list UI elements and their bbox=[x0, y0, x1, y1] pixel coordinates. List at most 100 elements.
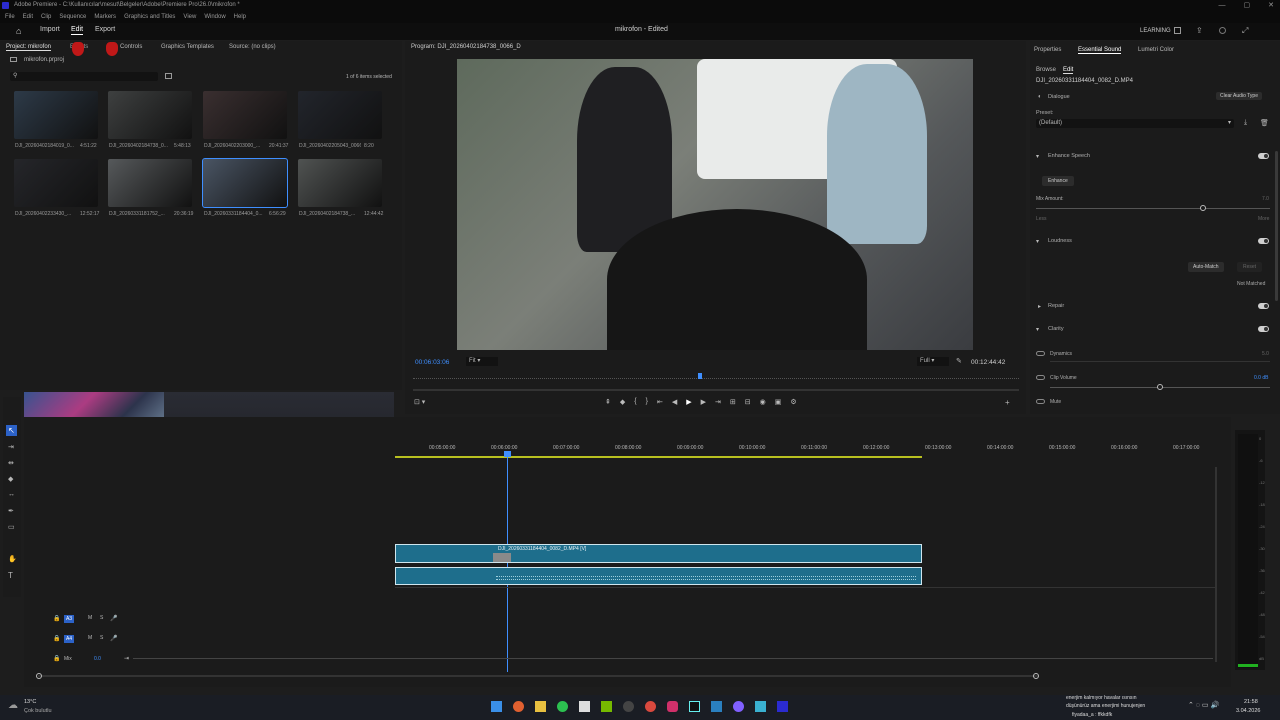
photo-app-icon[interactable] bbox=[711, 701, 722, 712]
rectangle-tool-icon[interactable]: ▭ bbox=[8, 523, 15, 531]
loudness-label[interactable]: Loudness bbox=[1048, 238, 1072, 244]
pen-tool-icon[interactable]: ✒ bbox=[8, 507, 14, 515]
playhead-handle[interactable] bbox=[504, 451, 511, 457]
weather-icon[interactable]: ☁ bbox=[8, 700, 18, 711]
workspaces-icon[interactable] bbox=[1174, 27, 1181, 34]
gallery-icon[interactable] bbox=[755, 701, 766, 712]
hand-tool-icon[interactable]: ✋ bbox=[8, 555, 17, 563]
play-icon[interactable]: ▶ bbox=[686, 398, 691, 408]
workspace-label[interactable]: LEARNING bbox=[1140, 28, 1171, 34]
step-forward-icon[interactable]: ▶ bbox=[701, 398, 706, 408]
timeline-scrollbar[interactable] bbox=[38, 675, 1038, 677]
subtab-browse[interactable]: Browse bbox=[1036, 67, 1056, 73]
menu-markers[interactable]: Markers bbox=[94, 11, 116, 23]
menu-graphics[interactable]: Graphics and Titles bbox=[124, 11, 175, 23]
fullscreen-icon[interactable]: ⤢ bbox=[1242, 26, 1248, 36]
file-explorer-icon[interactable] bbox=[535, 701, 546, 712]
minimize-button[interactable]: — bbox=[1219, 0, 1226, 11]
program-playhead[interactable] bbox=[697, 373, 702, 379]
system-tray-icons[interactable]: ⌃ ◌ ▭ 🔊 bbox=[1188, 701, 1219, 709]
menu-sequence[interactable]: Sequence bbox=[59, 11, 86, 23]
repair-label[interactable]: Repair bbox=[1048, 303, 1064, 309]
dynamics-value[interactable]: 5.0 bbox=[1262, 351, 1269, 357]
clock-date[interactable]: 3.04.2026 bbox=[1236, 708, 1260, 714]
add-button-icon[interactable]: + bbox=[1005, 398, 1010, 407]
delete-preset-icon[interactable]: 🗑 bbox=[1260, 119, 1269, 127]
solo-track-icon[interactable]: S bbox=[100, 615, 103, 621]
program-scrollbar[interactable] bbox=[413, 389, 1019, 391]
tab-lumetri-color[interactable]: Lumetri Color bbox=[1138, 47, 1174, 53]
clip-thumbnail[interactable] bbox=[298, 91, 382, 139]
clarity-toggle[interactable] bbox=[1258, 326, 1269, 332]
safe-margins-icon[interactable]: ⊡ ▾ bbox=[414, 398, 425, 406]
chrome-icon[interactable] bbox=[645, 701, 656, 712]
quality-select[interactable]: Full ▾ bbox=[917, 357, 949, 366]
compare-icon[interactable]: ▣ bbox=[775, 398, 782, 408]
project-search-input[interactable]: ⚲ bbox=[10, 72, 158, 81]
instagram-icon[interactable] bbox=[667, 701, 678, 712]
overwrite-icon[interactable]: ⊟ bbox=[745, 398, 751, 408]
premiere-pro-icon[interactable] bbox=[777, 701, 788, 712]
auto-match-button[interactable]: Auto-Match bbox=[1188, 262, 1224, 272]
go-to-out-icon[interactable]: ⇥ bbox=[715, 398, 721, 408]
clip-thumbnail[interactable] bbox=[14, 159, 98, 207]
tiktok-icon[interactable] bbox=[689, 701, 700, 712]
clip-thumbnail[interactable] bbox=[14, 91, 98, 139]
menu-window[interactable]: Window bbox=[204, 11, 225, 23]
whatsapp-icon[interactable] bbox=[557, 701, 568, 712]
obs-icon[interactable] bbox=[623, 701, 634, 712]
enhance-speech-toggle[interactable] bbox=[1258, 153, 1269, 159]
tab-graphics-templates[interactable]: Graphics Templates bbox=[161, 44, 214, 50]
go-to-in-icon[interactable]: ⇤ bbox=[657, 398, 663, 408]
loudness-toggle[interactable] bbox=[1258, 238, 1269, 244]
zoom-fit-select[interactable]: Fit ▾ bbox=[466, 357, 498, 366]
step-back-icon[interactable]: ◀ bbox=[672, 398, 677, 408]
clip-thumbnail[interactable] bbox=[298, 159, 382, 207]
menu-help[interactable]: Help bbox=[234, 11, 246, 23]
insert-icon[interactable]: ⊞ bbox=[730, 398, 736, 408]
repair-toggle[interactable] bbox=[1258, 303, 1269, 309]
menu-edit[interactable]: Edit bbox=[23, 11, 33, 23]
lift-icon[interactable]: ⇞ bbox=[605, 398, 611, 408]
clip-thumbnail[interactable] bbox=[108, 91, 192, 139]
menu-file[interactable]: File bbox=[5, 11, 15, 23]
save-preset-icon[interactable]: ⤓ bbox=[1244, 119, 1247, 127]
video-clip[interactable]: DJI_20260331184404_0082_D.MP4 [V] bbox=[395, 544, 922, 563]
maximize-button[interactable]: ▢ bbox=[1244, 0, 1251, 11]
add-marker-icon[interactable]: ◆ bbox=[620, 398, 625, 408]
lock-icon[interactable]: 🔒 bbox=[53, 635, 60, 642]
go-to-end-icon[interactable]: ⇥ bbox=[124, 655, 129, 662]
ripple-edit-icon[interactable]: ⇹ bbox=[8, 459, 14, 467]
multicam-icon[interactable]: ⚙ bbox=[790, 398, 796, 408]
type-tool-icon[interactable]: T bbox=[8, 571, 13, 580]
tab-essential-sound[interactable]: Essential Sound bbox=[1078, 47, 1122, 54]
menu-clip[interactable]: Clip bbox=[41, 11, 51, 23]
work-area-bar[interactable] bbox=[395, 456, 922, 458]
microphone-icon[interactable]: 🎤 bbox=[110, 615, 117, 622]
menu-view[interactable]: View bbox=[183, 11, 196, 23]
chevron-down-icon[interactable]: ▾ bbox=[1036, 153, 1039, 160]
terminal-icon[interactable] bbox=[579, 701, 590, 712]
clock-time[interactable]: 21:58 bbox=[1244, 699, 1258, 705]
mark-out-icon[interactable]: } bbox=[646, 398, 648, 408]
tab-project[interactable]: Project: mikrofon bbox=[6, 44, 52, 51]
selection-tool-icon[interactable]: ↖ bbox=[6, 425, 17, 436]
preset-select[interactable]: (Default) ▾ bbox=[1036, 119, 1234, 128]
export-frame-icon[interactable]: ◉ bbox=[760, 398, 766, 408]
program-timecode[interactable]: 00:06:03:06 bbox=[415, 359, 449, 366]
nvidia-icon[interactable] bbox=[601, 701, 612, 712]
quick-export-icon[interactable]: ⇪ bbox=[1196, 26, 1203, 35]
dynamics-checkbox[interactable] bbox=[1036, 351, 1045, 356]
new-bin-icon[interactable] bbox=[165, 73, 172, 79]
program-ruler[interactable] bbox=[413, 371, 1019, 379]
reset-button[interactable]: Reset bbox=[1237, 262, 1263, 272]
vertical-scrollbar[interactable] bbox=[1215, 467, 1217, 662]
mute-checkbox[interactable] bbox=[1036, 399, 1045, 404]
tab-source[interactable]: Source: (no clips) bbox=[229, 44, 276, 50]
panel-scrollbar[interactable] bbox=[1275, 151, 1278, 301]
tab-edit[interactable]: Edit bbox=[71, 26, 84, 35]
tab-controls[interactable]: Controls bbox=[120, 44, 142, 50]
enhance-button[interactable]: Enhance bbox=[1042, 176, 1074, 186]
microphone-icon[interactable]: 🎤 bbox=[110, 635, 117, 642]
enhance-speech-label[interactable]: Enhance Speech bbox=[1048, 153, 1090, 159]
